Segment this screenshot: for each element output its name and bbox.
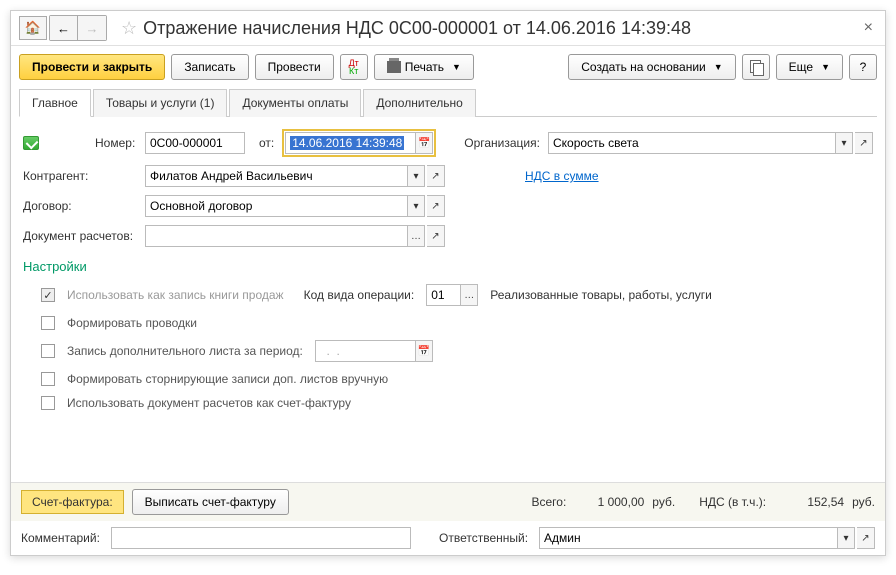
addsheet-label: Запись дополнительного листа за период:	[67, 344, 303, 358]
counterparty-dropdown-icon[interactable]: ▾	[407, 165, 425, 187]
responsible-dropdown-icon[interactable]: ▾	[837, 527, 855, 549]
addsheet-date-input[interactable]	[315, 340, 415, 362]
toolbar: Провести и закрыть Записать Провести ДтК…	[11, 46, 885, 88]
contract-input[interactable]	[145, 195, 407, 217]
help-button[interactable]: ?	[849, 54, 877, 80]
checkbox-entries[interactable]	[41, 316, 55, 330]
create-based-button[interactable]: Создать на основании▼	[568, 54, 735, 80]
opcode-input[interactable]	[426, 284, 460, 306]
org-label: Организация:	[464, 136, 540, 150]
opcode-description: Реализованные товары, работы, услуги	[490, 288, 712, 302]
print-button[interactable]: Печать▼	[374, 54, 474, 80]
close-icon[interactable]: ×	[860, 19, 877, 37]
comment-input[interactable]	[111, 527, 411, 549]
comment-label: Комментарий:	[21, 531, 111, 545]
form-area: Номер: от: 14.06.2016 14:39:48 📅 Организ…	[11, 117, 885, 482]
org-open-icon[interactable]: ↗	[855, 132, 873, 154]
counterparty-label: Контрагент:	[23, 169, 137, 183]
home-button[interactable]: 🏠	[19, 16, 47, 40]
checkbox-docinvoice[interactable]	[41, 396, 55, 410]
contract-dropdown-icon[interactable]: ▾	[407, 195, 425, 217]
total-value: 1 000,00	[574, 495, 644, 509]
tab-main[interactable]: Главное	[19, 89, 91, 117]
tab-extra[interactable]: Дополнительно	[363, 89, 475, 117]
tab-goods[interactable]: Товары и услуги (1)	[93, 89, 228, 117]
window-title: Отражение начисления НДС 0С00-000001 от …	[143, 18, 860, 39]
favorite-star-icon[interactable]: ☆	[121, 18, 137, 39]
settlement-doc-select-icon[interactable]: …	[407, 225, 425, 247]
invoice-label: Счет-фактура:	[21, 490, 124, 514]
settlement-doc-label: Документ расчетов:	[23, 229, 137, 243]
docinvoice-label: Использовать документ расчетов как счет-…	[67, 396, 351, 410]
org-input[interactable]	[548, 132, 835, 154]
responsible-input[interactable]	[539, 527, 837, 549]
contract-label: Договор:	[23, 199, 137, 213]
save-button[interactable]: Записать	[171, 54, 248, 80]
vat-value: 152,54	[774, 495, 844, 509]
settings-title: Настройки	[23, 259, 873, 274]
checkbox-storno[interactable]	[41, 372, 55, 386]
status-posted-icon	[23, 136, 39, 150]
vat-currency: руб.	[852, 495, 875, 509]
counterparty-open-icon[interactable]: ↗	[427, 165, 445, 187]
more-button[interactable]: Еще▼	[776, 54, 843, 80]
nav-group: ← →	[49, 15, 107, 41]
responsible-open-icon[interactable]: ↗	[857, 527, 875, 549]
printer-icon	[387, 61, 401, 73]
back-button[interactable]: ←	[50, 16, 78, 40]
calendar-icon[interactable]: 📅	[415, 132, 433, 154]
entries-label: Формировать проводки	[67, 316, 197, 330]
total-currency: руб.	[652, 495, 675, 509]
submit-close-button[interactable]: Провести и закрыть	[19, 54, 165, 80]
opcode-select-icon[interactable]: …	[460, 284, 478, 306]
tabs: Главное Товары и услуги (1) Документы оп…	[19, 88, 877, 117]
footer: Счет-фактура: Выписать счет-фактуру Всег…	[11, 482, 885, 555]
vat-label: НДС (в т.ч.):	[699, 495, 766, 509]
issue-invoice-button[interactable]: Выписать счет-фактуру	[132, 489, 289, 515]
copy-button[interactable]	[742, 54, 770, 80]
date-highlight: 14.06.2016 14:39:48 📅	[282, 129, 436, 157]
dk-report-button[interactable]: ДтКт	[340, 54, 368, 80]
storno-label: Формировать сторнирующие записи доп. лис…	[67, 372, 388, 386]
addsheet-calendar-icon[interactable]: 📅	[415, 340, 433, 362]
responsible-label: Ответственный:	[439, 531, 539, 545]
copy-icon	[750, 60, 762, 74]
titlebar: 🏠 ← → ☆ Отражение начисления НДС 0С00-00…	[11, 11, 885, 46]
contract-open-icon[interactable]: ↗	[427, 195, 445, 217]
checkbox-salesbook	[41, 288, 55, 302]
opcode-label: Код вида операции:	[304, 288, 415, 302]
document-window: 🏠 ← → ☆ Отражение начисления НДС 0С00-00…	[10, 10, 886, 556]
number-label: Номер:	[95, 136, 137, 150]
post-button[interactable]: Провести	[255, 54, 334, 80]
date-label: от:	[259, 136, 274, 150]
org-dropdown-icon[interactable]: ▾	[835, 132, 853, 154]
counterparty-input[interactable]	[145, 165, 407, 187]
salesbook-label: Использовать как запись книги продаж	[67, 288, 284, 302]
checkbox-addsheet[interactable]	[41, 344, 55, 358]
total-label: Всего:	[531, 495, 566, 509]
forward-button[interactable]: →	[78, 16, 106, 40]
date-input[interactable]: 14.06.2016 14:39:48	[285, 132, 415, 154]
settlement-doc-input[interactable]	[145, 225, 407, 247]
tab-payments[interactable]: Документы оплаты	[229, 89, 361, 117]
settlement-doc-open-icon[interactable]: ↗	[427, 225, 445, 247]
vat-mode-link[interactable]: НДС в сумме	[525, 169, 599, 183]
number-input[interactable]	[145, 132, 245, 154]
